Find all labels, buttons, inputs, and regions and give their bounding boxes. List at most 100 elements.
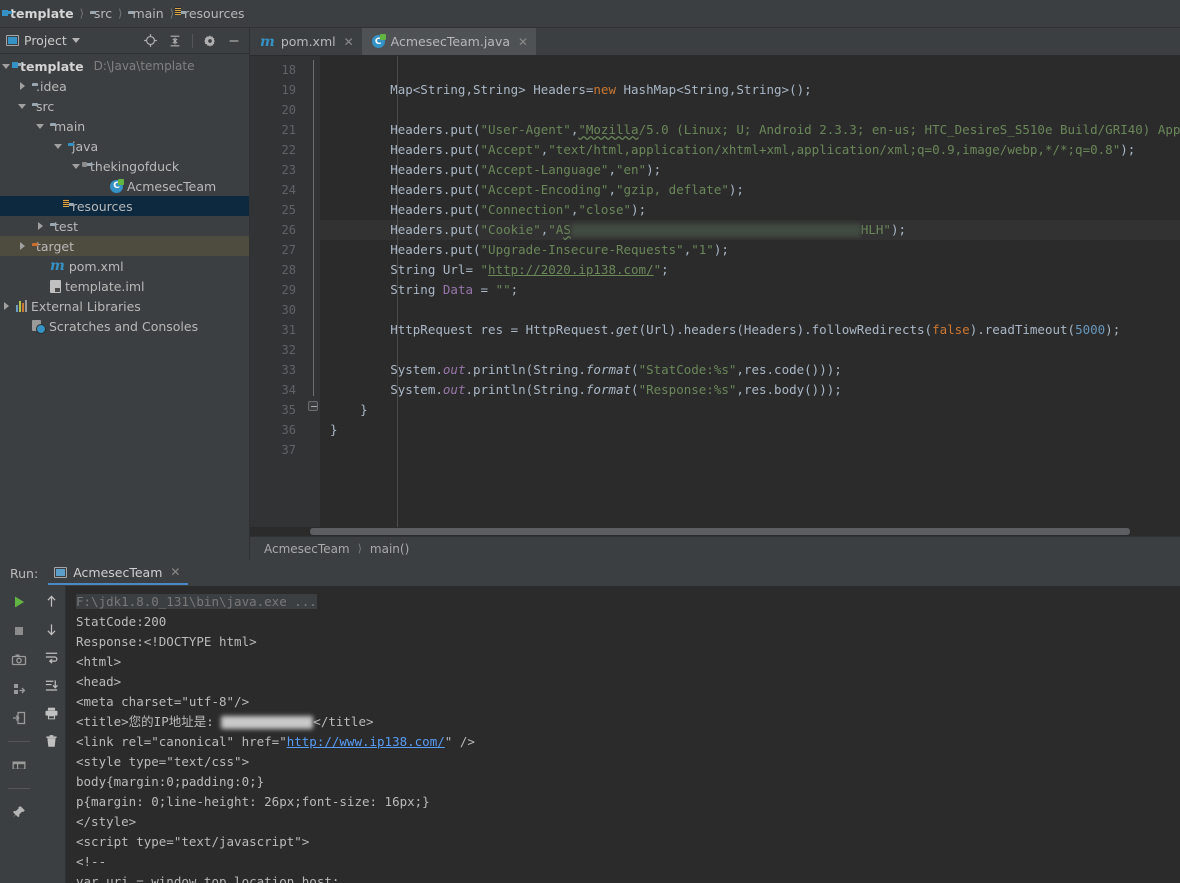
collapse-arrow-icon[interactable] <box>20 82 25 90</box>
code-line-27: Headers.put("Upgrade-Insecure-Requests",… <box>320 240 1180 260</box>
line-number: 27 <box>250 240 306 260</box>
collapse-arrow-icon[interactable] <box>20 242 25 250</box>
line-number: 34 <box>250 380 306 400</box>
line-number: 26 <box>250 220 306 240</box>
breadcrumb-item-resources[interactable]: resources <box>178 6 247 21</box>
breadcrumb-item-main[interactable]: main <box>126 6 165 21</box>
expand-arrow-icon[interactable] <box>2 64 10 69</box>
breadcrumb-method[interactable]: main() <box>370 542 409 556</box>
print-icon[interactable] <box>44 706 59 721</box>
console-line: <meta charset="utf-8"/> <box>76 692 1180 712</box>
console-title-suffix: </title> <box>313 714 373 729</box>
console-line: StatCode:200 <box>76 612 1180 632</box>
settings-gear-icon[interactable] <box>203 34 217 48</box>
layout-icon[interactable] <box>11 757 27 773</box>
tree-node-main[interactable]: main <box>0 116 249 136</box>
fold-collapse-icon[interactable] <box>308 401 318 411</box>
tree-node-label: template <box>20 59 84 74</box>
project-view-selector[interactable]: Project <box>6 33 80 48</box>
run-tab-label: AcmesecTeam <box>73 565 162 580</box>
code-line-21: Headers.put("User-Agent","Mozilla/5.0 (L… <box>320 120 1180 140</box>
console-output[interactable]: F:\jdk1.8.0_131\bin\java.exe ... StatCod… <box>66 586 1180 883</box>
line-number: 28 <box>250 260 306 280</box>
breadcrumb-label: src <box>94 6 112 21</box>
console-line: <html> <box>76 652 1180 672</box>
locate-icon[interactable] <box>143 33 158 48</box>
close-icon[interactable]: ✕ <box>344 35 354 49</box>
collapse-arrow-icon[interactable] <box>38 222 43 230</box>
iml-file-icon <box>50 280 61 293</box>
console-line-command: F:\jdk1.8.0_131\bin\java.exe ... <box>76 592 1180 612</box>
editor-horizontal-scrollbar[interactable] <box>250 527 1180 536</box>
breadcrumb-item-src[interactable]: src <box>88 6 114 21</box>
line-number: 32 <box>250 340 306 360</box>
rerun-failed-icon[interactable] <box>11 681 27 697</box>
scroll-up-icon[interactable] <box>44 594 59 609</box>
breadcrumb-separator: ⟩ <box>356 542 364 555</box>
tree-node-thekingofduck[interactable]: thekingofduck <box>0 156 249 176</box>
code-line-22: Headers.put("Accept","text/html,applicat… <box>320 140 1180 160</box>
expand-arrow-icon[interactable] <box>72 164 80 169</box>
tree-node-idea[interactable]: .idea <box>0 76 249 96</box>
camera-icon[interactable] <box>11 652 27 668</box>
close-icon[interactable]: ✕ <box>170 565 180 579</box>
breadcrumb-separator: ⟩ <box>78 7 86 20</box>
tree-node-target[interactable]: target <box>0 236 249 256</box>
tree-node-label: .idea <box>36 79 67 94</box>
tree-node-label: template.iml <box>65 279 145 294</box>
tree-node-java[interactable]: java <box>0 136 249 156</box>
editor-tab-acmesecteam-java[interactable]: C AcmesecTeam.java ✕ <box>362 28 536 55</box>
stop-icon[interactable] <box>11 623 27 639</box>
collapse-arrow-icon[interactable] <box>4 302 9 310</box>
run-icon[interactable] <box>11 594 27 610</box>
code-line-29: String Data = ""; <box>320 280 1180 300</box>
collapse-all-icon[interactable] <box>168 34 182 48</box>
line-number: 35 <box>250 400 306 420</box>
run-tab-acmesecteam[interactable]: AcmesecTeam ✕ <box>48 562 188 585</box>
line-number: 21 <box>250 120 306 140</box>
code-line-33: System.out.println(String.format("StatCo… <box>320 360 1180 380</box>
tree-node-label: target <box>36 239 74 254</box>
tree-node-resources[interactable]: resources <box>0 196 249 216</box>
project-tree[interactable]: template D:\Java\template .idea src m <box>0 54 249 560</box>
code-editor[interactable]: 18 19 20 21 22 23 24 25 26 27 28 29 30 3… <box>250 56 1180 527</box>
tree-node-template-iml[interactable]: template.iml <box>0 276 249 296</box>
tree-node-template[interactable]: template D:\Java\template <box>0 56 249 76</box>
run-toolbar-left <box>0 586 38 883</box>
ip138-link[interactable]: http://www.ip138.com/ <box>287 734 445 749</box>
expand-arrow-icon[interactable] <box>18 104 26 109</box>
line-number: 31 <box>250 320 306 340</box>
tree-node-external-libraries[interactable]: External Libraries <box>0 296 249 316</box>
scroll-down-icon[interactable] <box>44 622 59 637</box>
trash-icon[interactable] <box>44 734 59 749</box>
scroll-to-end-icon[interactable] <box>44 678 59 693</box>
line-number: 22 <box>250 140 306 160</box>
expand-arrow-icon[interactable] <box>54 144 62 149</box>
chevron-down-icon[interactable] <box>72 38 80 43</box>
soft-wrap-icon[interactable] <box>44 650 59 665</box>
navigation-bar: template ⟩ src ⟩ main ⟩ resources <box>0 0 1180 28</box>
tree-node-scratches-and-consoles[interactable]: Scratches and Consoles <box>0 316 249 336</box>
code-line-24: Headers.put("Accept-Encoding","gzip, def… <box>320 180 1180 200</box>
editor-tab-pom-xml[interactable]: m pom.xml ✕ <box>250 28 362 55</box>
toolbar-divider <box>8 741 30 742</box>
code-folding-gutter[interactable] <box>306 56 320 527</box>
tree-node-acmesecteam-class[interactable]: C AcmesecTeam <box>0 176 249 196</box>
console-line: <head> <box>76 672 1180 692</box>
line-number-gutter: 18 19 20 21 22 23 24 25 26 27 28 29 30 3… <box>250 56 306 527</box>
breadcrumb-item-template[interactable]: template <box>4 6 76 21</box>
pin-icon[interactable] <box>11 804 27 820</box>
breadcrumb-label: template <box>10 6 74 21</box>
code-line-35: } <box>320 400 1180 420</box>
console-title-prefix: <title>您的IP地址是: <box>76 714 221 729</box>
breadcrumb-class[interactable]: AcmesecTeam <box>264 542 350 556</box>
tree-node-src[interactable]: src <box>0 96 249 116</box>
minimize-icon[interactable] <box>227 34 241 48</box>
tree-node-label: test <box>54 219 78 234</box>
tree-node-test[interactable]: test <box>0 216 249 236</box>
expand-arrow-icon[interactable] <box>36 124 44 129</box>
tree-node-pom-xml[interactable]: m pom.xml <box>0 256 249 276</box>
code-content[interactable]: Map<String,String> Headers=new HashMap<S… <box>320 56 1180 527</box>
close-icon[interactable]: ✕ <box>518 35 528 49</box>
export-icon[interactable] <box>11 710 27 726</box>
